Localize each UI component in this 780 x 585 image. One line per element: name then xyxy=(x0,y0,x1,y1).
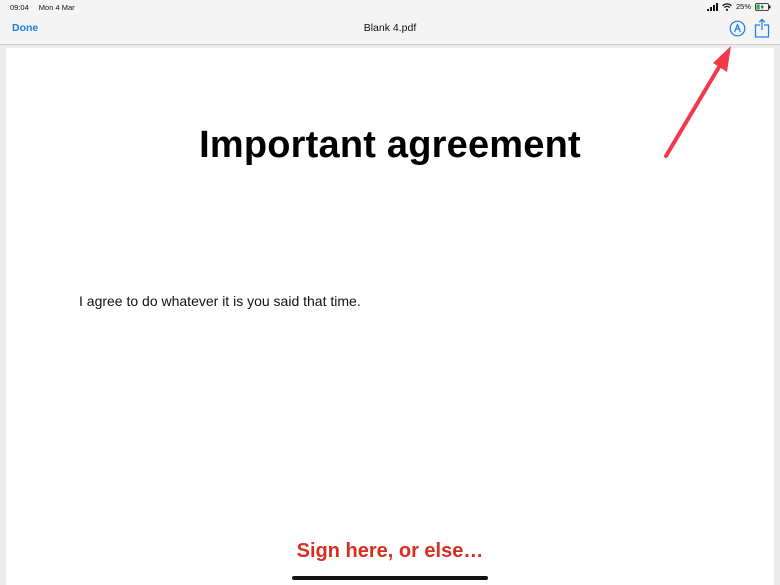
battery-charging-icon xyxy=(755,2,771,11)
sign-here-prompt: Sign here, or else… xyxy=(296,540,484,562)
pdf-page: Important agreement I agree to do whatev… xyxy=(6,48,774,585)
status-right: 25% xyxy=(706,2,771,11)
home-indicator[interactable] xyxy=(292,576,488,580)
wifi-icon xyxy=(722,2,732,11)
nav-bar: Done Blank 4.pdf xyxy=(0,14,780,45)
agreement-heading: Important agreement xyxy=(199,124,581,166)
agreement-body-text: I agree to do whatever it is you said th… xyxy=(79,293,361,309)
cellular-signal-icon xyxy=(706,2,718,11)
status-left: 09:04 Mon 4 Mar xyxy=(10,3,75,12)
battery-percent: 25% xyxy=(735,2,751,11)
status-date: Mon 4 Mar xyxy=(38,3,75,12)
status-bar: 09:04 Mon 4 Mar 25% xyxy=(0,0,780,14)
status-time: 09:04 xyxy=(10,3,29,12)
document-title: Blank 4.pdf xyxy=(363,22,417,34)
share-icon[interactable] xyxy=(754,18,770,38)
markup-pen-icon[interactable] xyxy=(729,20,746,37)
